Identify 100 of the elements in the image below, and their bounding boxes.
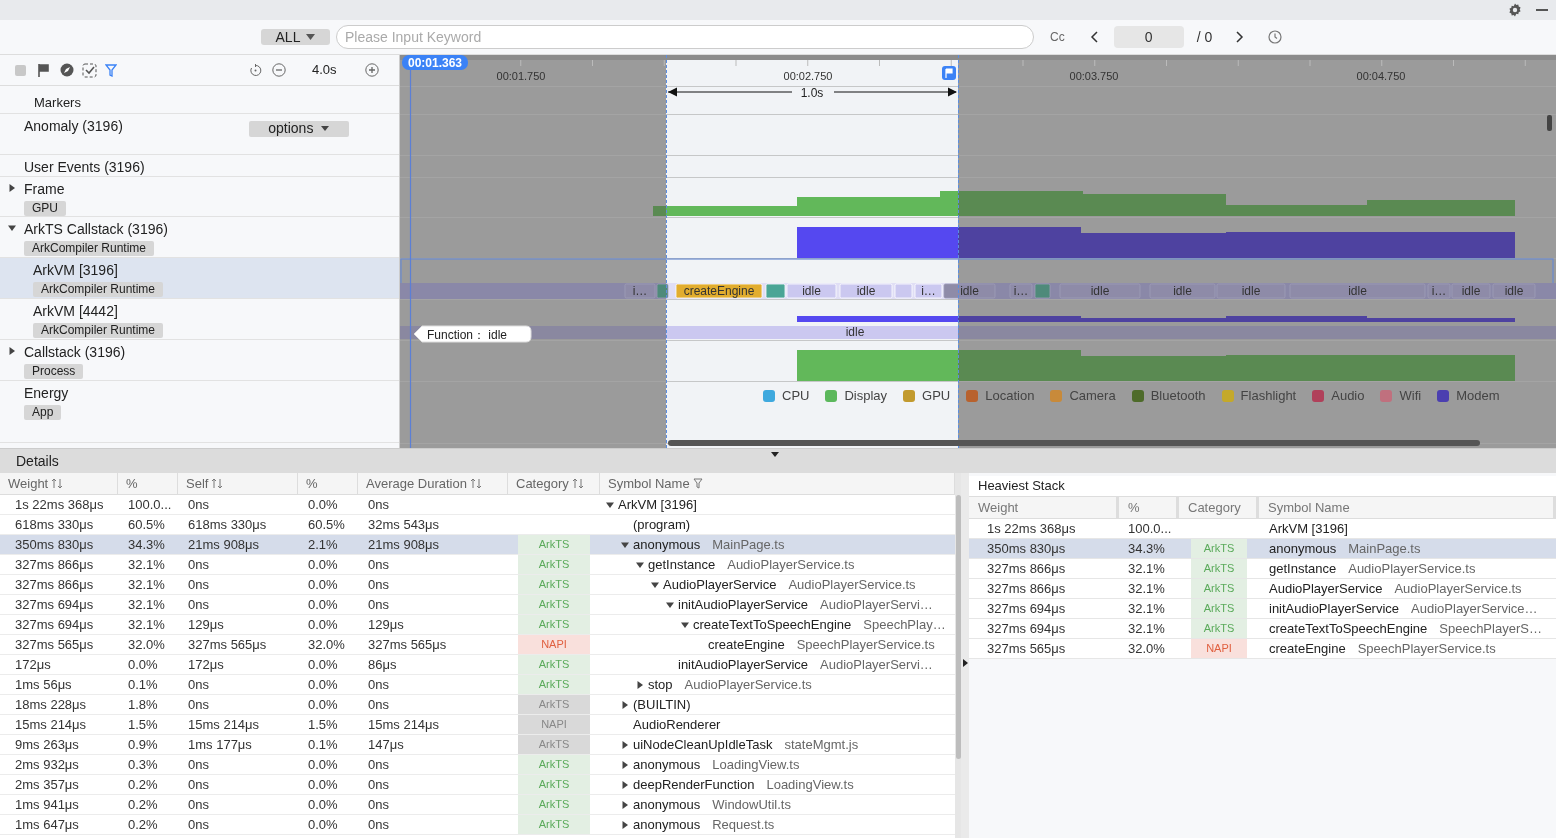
filter-icon[interactable] — [692, 478, 703, 489]
sort-icon[interactable] — [469, 478, 482, 489]
table-row[interactable]: 1ms 941μs 0.2% 0ns 0.0% 0ns ArkTS anonymous WindowUtil.ts — [0, 795, 955, 815]
table-cell-text: 1.5% — [307, 715, 339, 734]
expand-arrow-icon[interactable] — [8, 347, 16, 355]
table-row[interactable]: 327ms 694μs 32.1% 0ns 0.0% 0ns ArkTS initAudioPlayerService AudioPlayerServi… — [0, 595, 955, 615]
expand-arrow-icon[interactable] — [666, 600, 674, 609]
table-cell-text: 2ms 932μs — [14, 755, 80, 774]
search-field[interactable]: Please Input Keyword — [336, 25, 1034, 49]
table-cell-text: 60.5% — [127, 515, 166, 534]
reset-icon[interactable] — [249, 63, 262, 77]
expand-arrow-icon[interactable] — [8, 224, 16, 232]
table-row[interactable]: 327ms 565μs 32.0% 327ms 565μs 32.0% 327ms 565μs NAPI createEngine SpeechPlayerService.ts — [0, 635, 955, 655]
compass-icon[interactable] — [60, 63, 74, 77]
expand-arrow-icon[interactable] — [621, 820, 629, 829]
table-cell-text: 0ns — [187, 495, 210, 514]
flag-marker-icon[interactable] — [942, 66, 956, 80]
expand-arrow-icon[interactable] — [621, 740, 629, 749]
call-slice[interactable]: i… — [624, 283, 656, 299]
match-index-field[interactable]: 0 — [1113, 26, 1184, 48]
category-tag: ArkTS — [1191, 559, 1247, 578]
call-slice[interactable]: idle — [1289, 283, 1426, 299]
settings-icon[interactable] — [1508, 3, 1522, 17]
scrollbar-thumb[interactable] — [1547, 115, 1552, 131]
collapse-caret-icon[interactable] — [771, 452, 779, 457]
next-icon[interactable] — [1236, 31, 1245, 43]
call-slice[interactable]: idle — [839, 283, 893, 299]
expand-arrow-icon[interactable] — [621, 700, 629, 709]
column-header[interactable]: Self — [178, 473, 298, 494]
call-slice[interactable]: i… — [1427, 283, 1451, 299]
match-case-button[interactable]: Cc — [1050, 28, 1065, 46]
expand-arrow-icon[interactable] — [621, 780, 629, 789]
scrollbar-thumb[interactable] — [956, 495, 961, 759]
table-row[interactable]: 327ms 866μs 32.1% 0ns 0.0% 0ns ArkTS AudioPlayerService AudioPlayerService.ts — [0, 575, 955, 595]
call-slice[interactable]: idle — [1451, 283, 1491, 299]
table-row[interactable]: 9ms 263μs 0.9% 1ms 177μs 0.1% 147μs ArkTS uiNodeCleanUpIdleTask stateMgmt.js — [0, 735, 955, 755]
table-row[interactable]: 327ms 694μs 32.1% ArkTS createTextToSpeechEngine SpeechPlayerS… — [969, 619, 1556, 639]
table-row[interactable]: 327ms 694μs 32.1% ArkTS initAudioPlayerService AudioPlayerService… — [969, 599, 1556, 619]
call-slice[interactable]: idle — [1059, 283, 1141, 299]
expand-arrow-icon[interactable] — [8, 184, 16, 192]
expand-arrow-icon[interactable] — [681, 620, 689, 629]
table-row[interactable]: 1ms 647μs 0.2% 0ns 0.0% 0ns ArkTS anonymous Request.ts — [0, 815, 955, 835]
table-row[interactable]: 327ms 694μs 32.1% 129μs 0.0% 129μs ArkTS createTextToSpeechEngine SpeechPlay… — [0, 615, 955, 635]
table-row[interactable]: 18ms 228μs 1.8% 0ns 0.0% 0ns ArkTS (BUILTIN) — [0, 695, 955, 715]
call-slice[interactable]: idle — [786, 283, 837, 299]
zoom-out-icon[interactable] — [272, 63, 286, 77]
table-row[interactable]: 2ms 357μs 0.2% 0ns 0.0% 0ns ArkTS deepRenderFunction LoadingView.ts — [0, 775, 955, 795]
expand-arrow-icon[interactable] — [962, 659, 968, 667]
clock-icon[interactable] — [1268, 30, 1283, 44]
selection-icon[interactable] — [82, 62, 97, 78]
filter-dropdown[interactable]: ALL — [261, 29, 330, 45]
table-row[interactable]: 350ms 830μs 34.3% ArkTS anonymous MainPage.ts — [969, 539, 1556, 559]
call-slice[interactable]: idle — [943, 283, 996, 299]
table-row[interactable]: 172μs 0.0% 172μs 0.0% 86μs ArkTS initAudioPlayerService AudioPlayerServi… — [0, 655, 955, 675]
expand-arrow-icon[interactable] — [651, 580, 659, 589]
table-row[interactable]: 327ms 565μs 32.0% NAPI createEngine SpeechPlayerService.ts — [969, 639, 1556, 659]
category-tag: NAPI — [1191, 639, 1247, 658]
sort-icon[interactable] — [571, 478, 584, 489]
call-slice[interactable]: idle — [1216, 283, 1286, 299]
table-row[interactable]: 2ms 932μs 0.3% 0ns 0.0% 0ns ArkTS anonymous LoadingView.ts — [0, 755, 955, 775]
call-slice[interactable] — [656, 283, 669, 299]
column-header[interactable]: % — [118, 473, 178, 494]
call-slice[interactable]: idle — [1149, 283, 1216, 299]
table-row[interactable]: 350ms 830μs 34.3% 21ms 908μs 2.1% 21ms 908μs ArkTS anonymous MainPage.ts — [0, 535, 955, 555]
time-cursor-badge[interactable]: 00:01.363 — [402, 55, 468, 70]
column-header[interactable]: Weight — [0, 473, 118, 494]
table-row[interactable]: 1ms 56μs 0.1% 0ns 0.0% 0ns ArkTS stop AudioPlayerService.ts — [0, 675, 955, 695]
table-row[interactable]: 327ms 866μs 32.1% ArkTS getInstance AudioPlayerService.ts — [969, 559, 1556, 579]
options-dropdown[interactable]: options — [248, 120, 349, 137]
track-row[interactable]: ArkVM [3196] ArkCompiler Runtime — [0, 258, 399, 299]
table-cell-text: 32.0% — [307, 635, 346, 654]
expand-arrow-icon[interactable] — [621, 540, 629, 549]
table-row[interactable]: 327ms 866μs 32.1% 0ns 0.0% 0ns ArkTS getInstance AudioPlayerService.ts — [0, 555, 955, 575]
expand-arrow-icon[interactable] — [621, 800, 629, 809]
caret-icon — [321, 126, 330, 131]
call-slice[interactable]: createEngine — [675, 283, 763, 299]
category-tag: ArkTS — [1191, 599, 1247, 618]
column-header[interactable]: Average Duration — [358, 473, 508, 494]
table-row[interactable]: 327ms 866μs 32.1% ArkTS AudioPlayerService AudioPlayerService.ts — [969, 579, 1556, 599]
table-cell-text: 0.0% — [307, 615, 339, 634]
expand-arrow-icon[interactable] — [606, 500, 614, 509]
table-cell-text: 327ms 694μs — [986, 619, 1067, 638]
symbol-name: ArkVM [3196] — [618, 495, 697, 514]
call-slice[interactable]: i… — [1009, 283, 1033, 299]
sort-icon[interactable] — [211, 478, 224, 489]
scrollbar-thumb[interactable] — [668, 440, 1480, 446]
category-tag: ArkTS — [518, 615, 590, 634]
call-slice[interactable]: idle — [1492, 283, 1536, 299]
previous-icon[interactable] — [1089, 31, 1098, 43]
expand-arrow-icon[interactable] — [636, 680, 644, 689]
filter-icon[interactable] — [105, 63, 117, 77]
expand-arrow-icon[interactable] — [621, 760, 629, 769]
flag-icon[interactable] — [38, 63, 49, 77]
call-slice[interactable]: i… — [914, 283, 943, 299]
table-row[interactable]: 15ms 214μs 1.5% 15ms 214μs 1.5% 15ms 214μs NAPI AudioRenderer — [0, 715, 955, 735]
column-header[interactable]: % — [298, 473, 358, 494]
zoom-in-icon[interactable] — [364, 63, 379, 77]
expand-arrow-icon[interactable] — [636, 560, 644, 569]
column-header[interactable]: Category — [508, 473, 600, 494]
sort-icon[interactable] — [51, 478, 64, 489]
